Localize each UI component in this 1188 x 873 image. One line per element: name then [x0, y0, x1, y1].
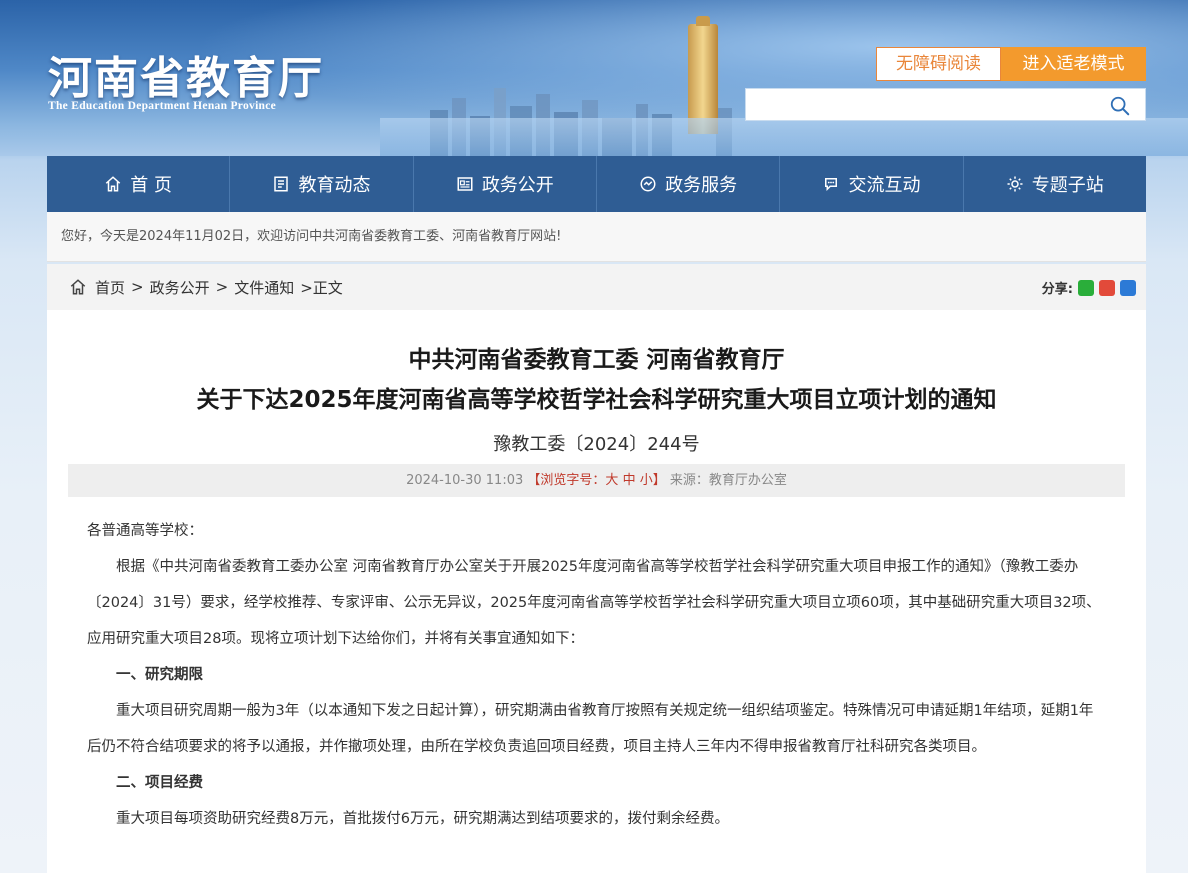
gear-icon: [1007, 176, 1023, 192]
weibo-share-icon[interactable]: [1099, 279, 1115, 296]
wechat-share-icon[interactable]: [1078, 279, 1094, 296]
nav-item-government-affairs[interactable]: 政务公开: [414, 156, 597, 212]
nav-item-home[interactable]: 首 页: [47, 156, 231, 212]
document-icon: [457, 177, 473, 191]
article-title-line2: 关于下达2025年度河南省高等学校哲学社会科学研究重大项目立项计划的通知: [196, 387, 997, 413]
nav-item-label: 政务服务: [665, 175, 738, 196]
article-source: 来源：教育厅办公室: [669, 473, 787, 488]
nav-item-education-news[interactable]: 教育动态: [230, 156, 414, 212]
section-heading: 二、项目经费: [116, 775, 203, 791]
breadcrumb-current: >正文: [300, 278, 343, 297]
font-size-large-button[interactable]: 大: [605, 473, 618, 488]
nav-item-label: 交流互动: [848, 175, 921, 196]
lake-image: [380, 118, 1188, 156]
breadcrumb-home-link[interactable]: 首页: [95, 277, 125, 298]
section-heading: 一、研究期限: [116, 667, 203, 683]
site-header: 河南省教育厅 The Education Department Henan Pr…: [0, 0, 1188, 156]
share-bar: 分享:: [1042, 278, 1136, 297]
nav-item-label: 首 页: [130, 175, 173, 196]
search-box: [745, 88, 1146, 121]
greeting-bar: 您好，今天是2024年11月02日，欢迎访问中共河南省委教育工委、河南省教育厅网…: [47, 212, 1146, 262]
article-body: 各普通高等学校： 根据《中共河南省委教育工委办公室 河南省教育厅办公室关于开展2…: [47, 497, 1146, 837]
elder-mode-button[interactable]: 进入适老模式: [1001, 47, 1146, 81]
font-size-end: 】: [652, 473, 666, 488]
breadcrumb-notices-link[interactable]: 文件通知: [234, 277, 294, 298]
breadcrumb-separator: >: [131, 278, 144, 296]
search-icon[interactable]: [1109, 95, 1131, 117]
article-container: 首页 > 政务公开 > 文件通知 >正文 分享: 中共河南省委教育工委 河南省教…: [47, 264, 1146, 873]
publish-datetime: 2024-10-30 11:03: [406, 473, 524, 488]
nav-item-label: 教育动态: [298, 175, 371, 196]
document-number: 豫教工委〔2024〕244号: [493, 434, 700, 455]
news-icon: [274, 176, 289, 192]
paragraph: 根据《中共河南省委教育工委办公室 河南省教育厅办公室关于开展2025年度河南省高…: [87, 559, 1101, 647]
service-icon: [640, 176, 656, 192]
search-input[interactable]: [746, 89, 1096, 120]
font-size-small-button[interactable]: 小: [640, 473, 653, 488]
site-logo-text[interactable]: 河南省教育厅: [48, 42, 324, 106]
breadcrumb: 首页 > 政务公开 > 文件通知 >正文: [47, 264, 1146, 310]
font-size-medium-button[interactable]: 中: [623, 473, 636, 488]
nav-item-interaction[interactable]: 交流互动: [780, 156, 964, 212]
salutation: 各普通高等学校：: [87, 523, 203, 539]
home-icon[interactable]: [69, 278, 87, 296]
accessibility-reading-button[interactable]: 无障碍阅读: [876, 47, 1001, 81]
share-label: 分享:: [1041, 282, 1073, 297]
breadcrumb-separator: >: [215, 278, 229, 296]
nav-item-government-services[interactable]: 政务服务: [597, 156, 781, 212]
nav-item-special-subsites[interactable]: 专题子站: [964, 156, 1146, 212]
paragraph: 重大项目每项资助研究经费8万元，首批拨付6万元，研究期满达到结项要求的，拨付剩余…: [116, 811, 729, 827]
breadcrumb-government-affairs-link[interactable]: 政务公开: [150, 277, 210, 298]
qq-share-icon[interactable]: [1120, 279, 1136, 296]
chat-icon: [825, 178, 838, 192]
home-icon: [106, 176, 121, 192]
nav-item-label: 专题子站: [1031, 175, 1104, 196]
main-nav: 首 页 教育动态 政务公开 政务服务 交流互动 专题子站: [47, 156, 1146, 212]
paragraph: 重大项目研究周期一般为3年（以本通知下发之日起计算），研究期满由省教育厅按照有关…: [87, 703, 1094, 755]
font-size-control: 【浏览字号：大 中 小】: [527, 473, 665, 488]
article-title-line1: 中共河南省委教育工委 河南省教育厅: [408, 347, 785, 373]
article-meta: 2024-10-30 11:03 【浏览字号：大 中 小】 来源：教育厅办公室: [68, 464, 1125, 497]
nav-item-label: 政务公开: [481, 175, 554, 196]
site-logo-english: The Education Department Henan Province: [48, 100, 277, 112]
font-size-label: 【浏览字号：: [527, 473, 606, 488]
